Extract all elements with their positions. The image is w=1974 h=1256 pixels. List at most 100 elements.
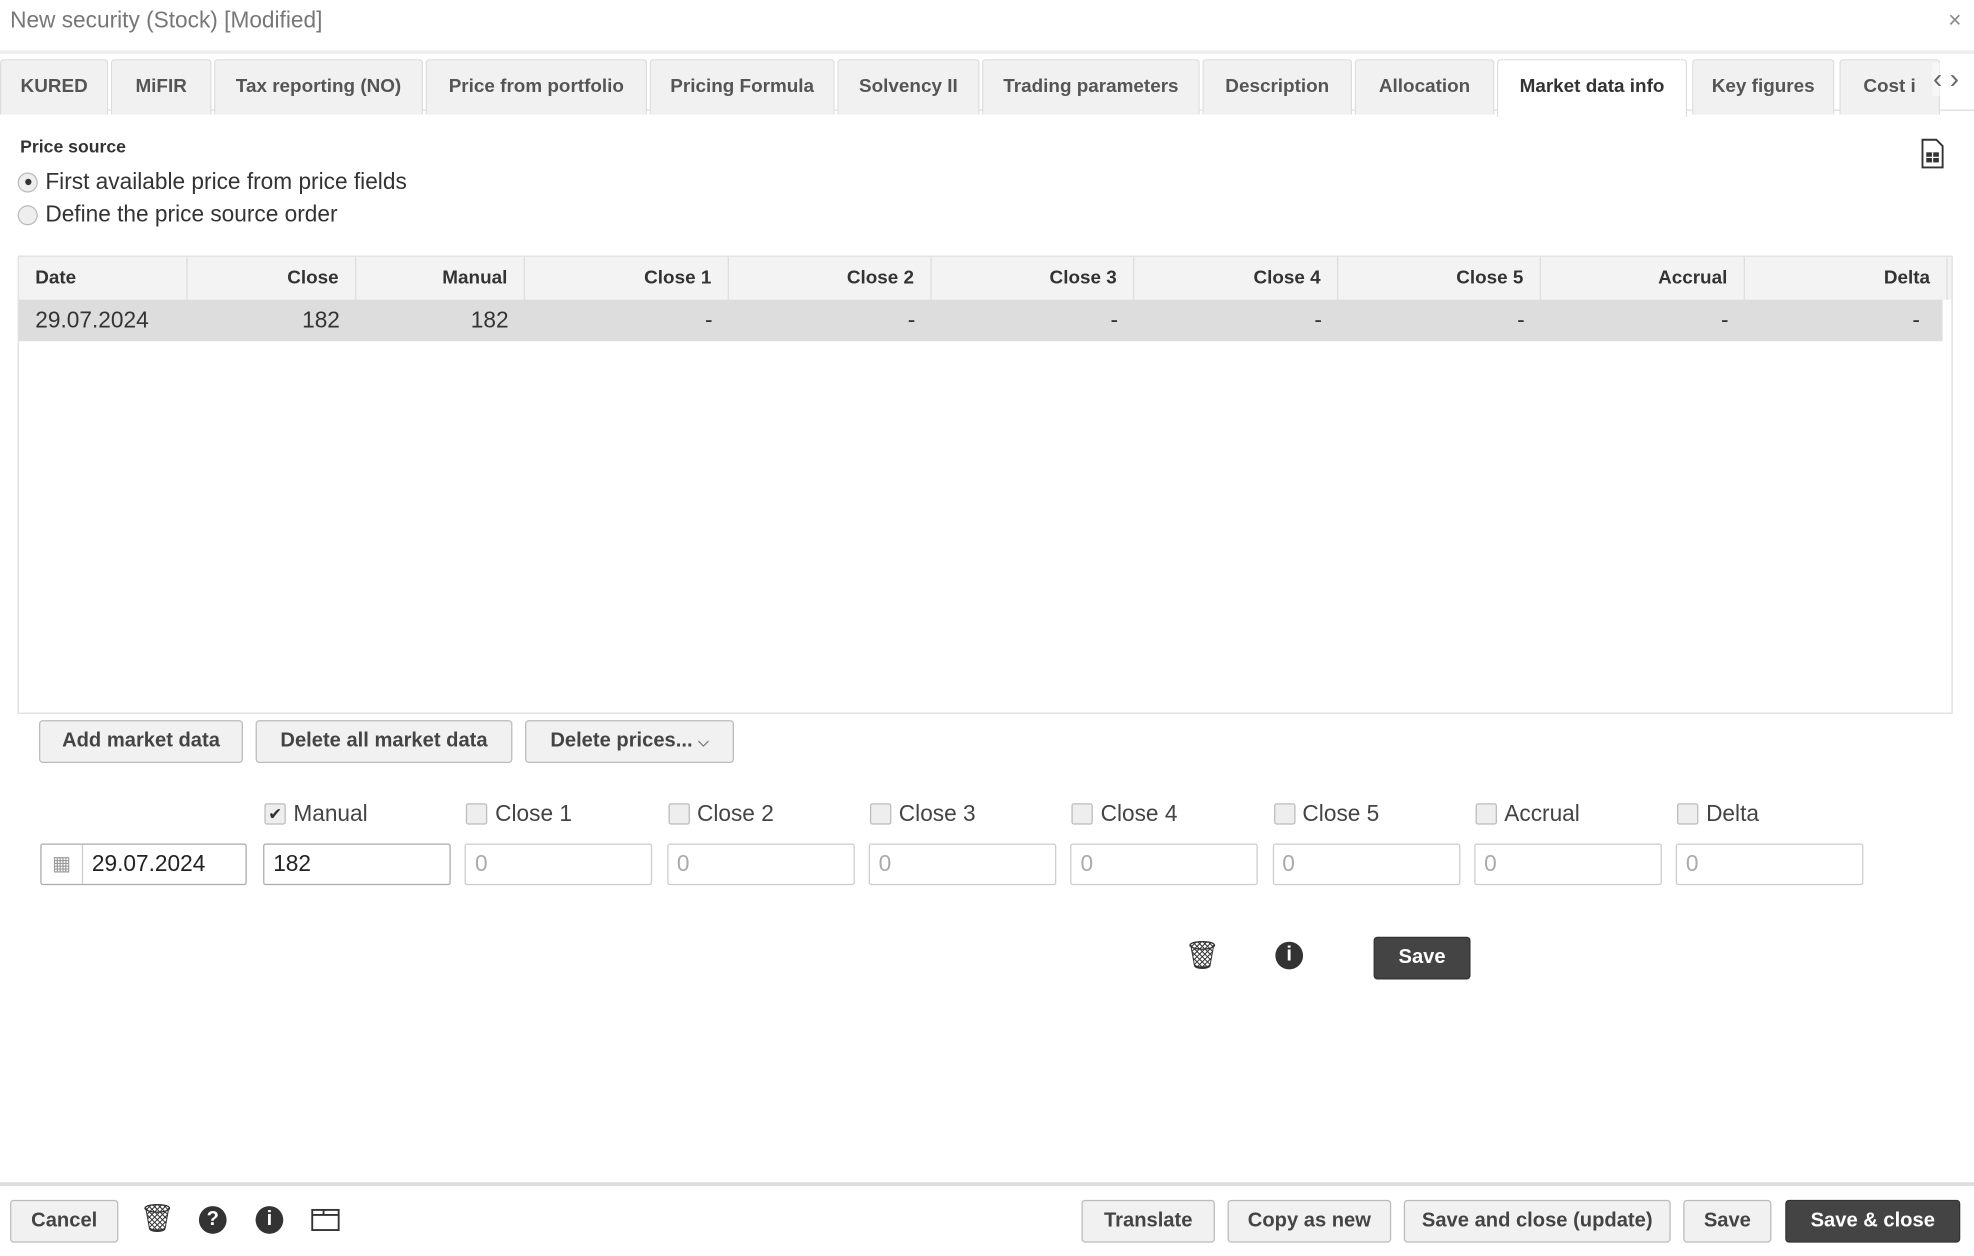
date-input[interactable]: ▦ 29.07.2024 (40, 843, 247, 886)
checkbox[interactable] (1071, 803, 1094, 825)
tab-allocation[interactable]: Allocation (1354, 59, 1495, 115)
radio-button[interactable] (17, 171, 38, 192)
tab-bar: KURED MiFIR Tax reporting (NO) Price from p… (0, 50, 1974, 118)
table-cell: - (1912, 307, 1920, 333)
tab-scroll-arrows[interactable]: ‹› (1932, 62, 1967, 96)
market-data-grid: Date Close Manual Close 1 Close 2 Close 3 Clos… (17, 255, 1953, 714)
cancel-button[interactable]: Cancel (10, 1199, 119, 1243)
checkbox-close-2[interactable]: Close 2 (668, 801, 774, 827)
checkbox[interactable] (1677, 803, 1699, 825)
tab-trading-parameters[interactable]: Trading parameters (982, 59, 1200, 115)
checkbox-accrual[interactable]: Accrual (1475, 801, 1580, 827)
copy-as-new-button[interactable]: Copy as new (1227, 1199, 1392, 1243)
tab-solvency-ii[interactable]: Solvency II (837, 59, 980, 115)
checkbox-close-3[interactable]: Close 3 (869, 800, 976, 827)
export-spreadsheet-icon[interactable] (1920, 138, 1945, 169)
save-button[interactable]: Save (1683, 1199, 1772, 1243)
tab-mifir[interactable]: MiFIR (110, 59, 212, 115)
add-market-data-button[interactable]: Add market data (39, 720, 243, 763)
column-header[interactable]: Close 1 (525, 256, 729, 300)
info-icon[interactable]: i (1275, 941, 1304, 970)
checkbox[interactable]: ✔ (264, 803, 286, 825)
trash-icon[interactable]: 🗑 (140, 1202, 175, 1235)
chevron-right-icon[interactable]: › (1950, 63, 1967, 94)
checkbox-label: Close 3 (898, 800, 976, 826)
table-cell: - (1314, 307, 1322, 333)
window-title: New security (Stock) [Modified] (10, 7, 323, 33)
table-cell: - (1110, 307, 1118, 333)
delete-all-market-data-button[interactable]: Delete all market data (255, 720, 513, 763)
checkbox-label: Accrual (1504, 800, 1580, 826)
tab-pricing-formula[interactable]: Pricing Formula (649, 59, 835, 115)
date-value: 29.07.2024 (91, 851, 206, 877)
price-input-close-1[interactable]: 0 (464, 843, 653, 886)
save-row-button[interactable]: Save (1373, 936, 1471, 980)
table-cell: - (1721, 307, 1729, 333)
radio-button[interactable] (17, 204, 38, 225)
tab-market-data-info[interactable]: Market data info (1496, 59, 1688, 118)
chevron-down-icon: ⌵ (698, 735, 709, 751)
checkbox-label: Close 4 (1100, 800, 1178, 826)
checkbox[interactable] (466, 803, 488, 825)
column-header[interactable]: Close 5 (1338, 256, 1542, 300)
grid-header: Date Close Manual Close 1 Close 2 Close 3 Clos… (18, 256, 1952, 300)
column-header[interactable]: Accrual (1541, 256, 1745, 300)
price-input-delta[interactable]: 0 (1675, 843, 1864, 886)
checkbox-manual[interactable]: ✔ Manual (264, 800, 368, 827)
tab-tax-reporting-no-[interactable]: Tax reporting (NO) (214, 59, 424, 115)
save-and-close-update-button[interactable]: Save and close (update) (1403, 1199, 1671, 1243)
column-header[interactable]: Close 3 (932, 256, 1135, 300)
price-input-close-5[interactable]: 0 (1272, 843, 1460, 886)
price-input-manual[interactable]: 182 (263, 843, 451, 886)
price-input-accrual[interactable]: 0 (1474, 843, 1662, 886)
checkbox-label: Close 5 (1302, 800, 1380, 826)
trash-icon[interactable]: 🗑 (1185, 939, 1220, 972)
checkbox-close-1[interactable]: Close 1 (466, 801, 572, 827)
tab-key-figures[interactable]: Key figures (1692, 59, 1835, 115)
checkbox[interactable] (668, 803, 690, 825)
checkbox[interactable] (869, 803, 892, 825)
footer-divider (0, 1182, 1974, 1186)
column-header[interactable]: Close 4 (1134, 256, 1339, 300)
window-icon[interactable] (311, 1208, 340, 1232)
column-header[interactable]: Close (188, 256, 357, 300)
chevron-left-icon[interactable]: ‹ (1933, 63, 1950, 94)
column-header[interactable]: Delta (1745, 256, 1948, 300)
checkbox-label: Close 1 (495, 800, 572, 826)
tab-kured[interactable]: KURED (0, 59, 109, 115)
save-and-close-button[interactable]: Save & close (1785, 1199, 1961, 1243)
checkbox[interactable] (1273, 803, 1295, 825)
column-header[interactable]: Date (19, 256, 188, 300)
column-header[interactable]: Close 2 (729, 256, 932, 300)
price-input-close-3[interactable]: 0 (868, 843, 1057, 886)
close-icon[interactable]: × (1948, 8, 1961, 34)
info-icon[interactable]: i (255, 1206, 284, 1234)
checkbox-label: Manual (293, 800, 368, 826)
delete-prices-dropdown[interactable]: Delete prices... ⌵ (525, 720, 734, 763)
checkbox-label: Close 2 (696, 800, 774, 826)
column-header[interactable]: Manual (356, 256, 526, 300)
checkbox-delta[interactable]: Delta (1677, 801, 1759, 827)
radio-define-order[interactable]: Define the price source order (17, 201, 338, 227)
table-row[interactable]: 29.07.2024 182 182 - - - - - - - (18, 299, 1943, 342)
table-cell: 182 (302, 307, 340, 333)
table-cell: - (1517, 307, 1525, 333)
checkbox[interactable] (1475, 803, 1497, 825)
radio-first-available[interactable]: First available price from price fields (17, 169, 407, 195)
price-input-close-4[interactable]: 0 (1070, 843, 1258, 886)
table-cell: 29.07.2024 (35, 307, 149, 333)
price-input-close-2[interactable]: 0 (666, 843, 855, 886)
radio-label: Define the price source order (45, 201, 338, 227)
tab-price-from-portfolio[interactable]: Price from portfolio (425, 59, 648, 115)
price-source-label: Price source (20, 135, 126, 157)
tab-description[interactable]: Description (1202, 59, 1353, 115)
help-icon[interactable]: ? (198, 1206, 227, 1234)
checkbox-close-4[interactable]: Close 4 (1071, 800, 1178, 827)
checkbox-close-5[interactable]: Close 5 (1273, 801, 1379, 827)
calendar-icon[interactable]: ▦ (42, 844, 84, 884)
delete-prices-label: Delete prices... (550, 730, 693, 752)
tab-cost-i[interactable]: Cost i (1839, 59, 1941, 115)
table-cell: - (705, 307, 713, 333)
table-cell: - (907, 307, 916, 333)
translate-button[interactable]: Translate (1081, 1199, 1215, 1243)
